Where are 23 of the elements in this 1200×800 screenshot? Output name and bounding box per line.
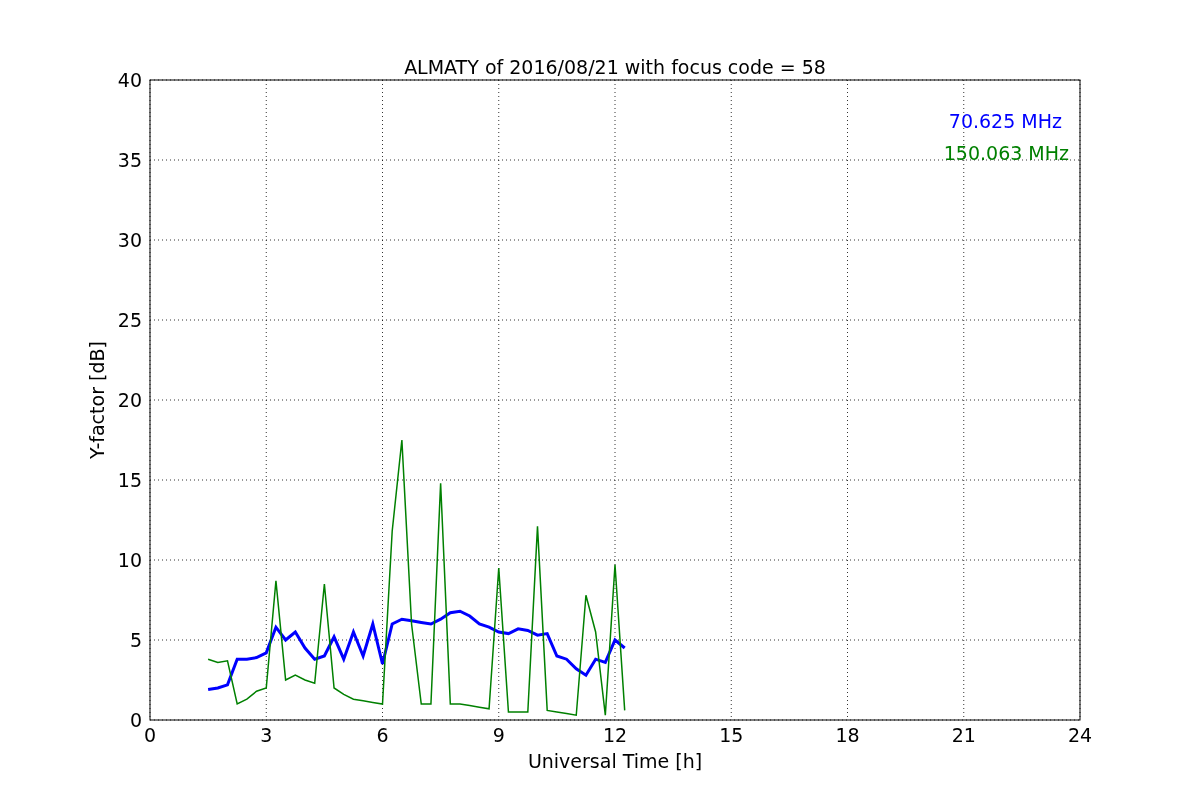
- x-tick-label: 0: [143, 724, 157, 746]
- y-tick-label: 25: [117, 309, 142, 331]
- y-tick-label: 35: [117, 149, 142, 171]
- chart-title: ALMATY of 2016/08/21 with focus code = 58: [404, 56, 826, 78]
- y-tick-label: 10: [117, 549, 142, 571]
- x-axis-label: Universal Time [h]: [527, 750, 703, 772]
- y-tick-label: 30: [117, 229, 142, 251]
- y-tick-label: 15: [117, 469, 142, 491]
- x-tick-label: 24: [1067, 724, 1093, 746]
- x-tick-label: 3: [260, 724, 273, 746]
- y-tick-label: 20: [117, 389, 142, 411]
- x-tick-label: 21: [951, 724, 976, 746]
- y-axis-label: Y-factor [dB]: [86, 341, 108, 459]
- y-tick-label: 40: [117, 69, 142, 91]
- x-tick-label: 15: [719, 724, 744, 746]
- y-tick-label: 0: [129, 709, 142, 731]
- x-tick-label: 9: [492, 724, 505, 746]
- y-tick-label: 5: [129, 629, 142, 651]
- legend-label: 150.063 MHz: [943, 142, 1069, 164]
- x-tick-label: 6: [376, 724, 389, 746]
- legend-label: 70.625 MHz: [948, 110, 1062, 132]
- x-tick-label: 12: [602, 724, 628, 746]
- x-tick-label: 18: [835, 724, 860, 746]
